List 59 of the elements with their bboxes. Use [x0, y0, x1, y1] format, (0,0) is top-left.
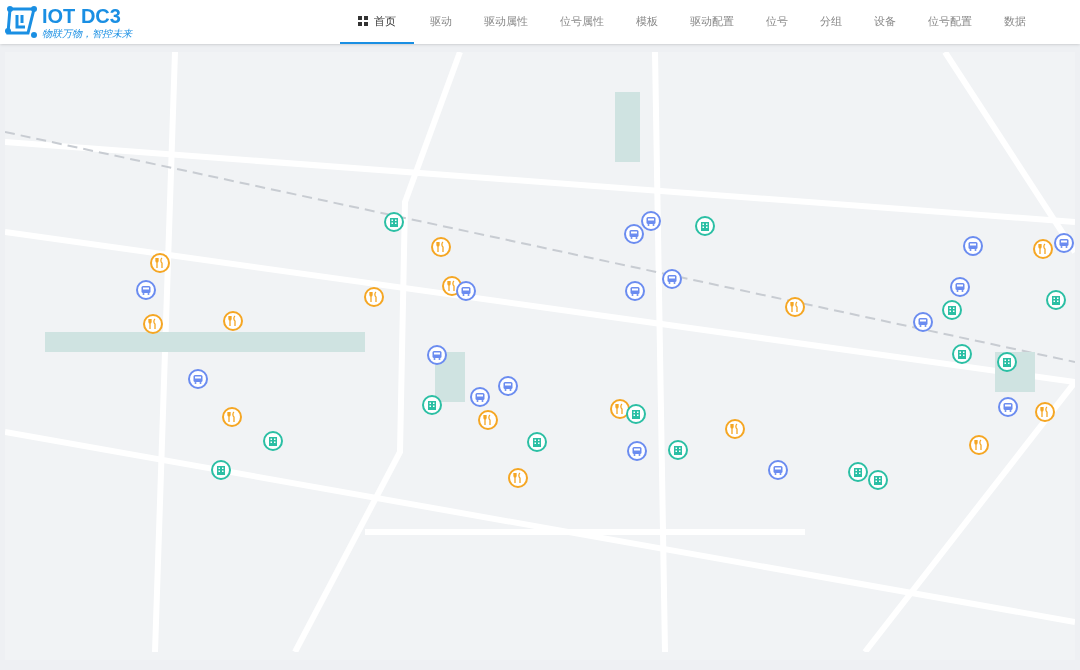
bus-marker-icon[interactable]: [456, 281, 476, 301]
nav-tab[interactable]: 分组: [804, 0, 858, 44]
fork-knife-marker-icon[interactable]: [431, 237, 451, 257]
fork-knife-marker-icon[interactable]: [785, 297, 805, 317]
bus-marker-icon[interactable]: [913, 312, 933, 332]
bus-marker-icon[interactable]: [963, 236, 983, 256]
nav-tab[interactable]: 位号属性: [544, 0, 620, 44]
bus-marker-icon[interactable]: [498, 376, 518, 396]
fork-knife-marker-icon[interactable]: [725, 419, 745, 439]
building-marker-icon[interactable]: [626, 404, 646, 424]
bus-marker-icon[interactable]: [768, 460, 788, 480]
building-marker-icon[interactable]: [211, 460, 231, 480]
bus-marker-icon[interactable]: [470, 387, 490, 407]
logo-slogan: 物联万物，智控未来: [42, 28, 132, 39]
building-marker-icon[interactable]: [952, 344, 972, 364]
nav-tab[interactable]: 驱动属性: [468, 0, 544, 44]
grid-icon: [358, 16, 368, 26]
fork-knife-marker-icon[interactable]: [143, 314, 163, 334]
bus-marker-icon[interactable]: [641, 211, 661, 231]
fork-knife-marker-icon[interactable]: [1033, 239, 1053, 259]
nav-tab[interactable]: 设备: [858, 0, 912, 44]
nav-tab[interactable]: 位号: [750, 0, 804, 44]
fork-knife-marker-icon[interactable]: [508, 468, 528, 488]
fork-knife-marker-icon[interactable]: [222, 407, 242, 427]
nav-tab[interactable]: 位号配置: [912, 0, 988, 44]
nav-tab[interactable]: 模板: [620, 0, 674, 44]
fork-knife-marker-icon[interactable]: [1035, 402, 1055, 422]
bus-marker-icon[interactable]: [427, 345, 447, 365]
building-marker-icon[interactable]: [527, 432, 547, 452]
nav-tab[interactable]: 驱动配置: [674, 0, 750, 44]
fork-knife-marker-icon[interactable]: [969, 435, 989, 455]
bus-marker-icon[interactable]: [662, 269, 682, 289]
building-marker-icon[interactable]: [263, 431, 283, 451]
fork-knife-marker-icon[interactable]: [150, 253, 170, 273]
building-marker-icon[interactable]: [668, 440, 688, 460]
fork-knife-marker-icon[interactable]: [364, 287, 384, 307]
building-marker-icon[interactable]: [848, 462, 868, 482]
building-marker-icon[interactable]: [422, 395, 442, 415]
bus-marker-icon[interactable]: [625, 281, 645, 301]
building-marker-icon[interactable]: [942, 300, 962, 320]
building-marker-icon[interactable]: [695, 216, 715, 236]
fork-knife-marker-icon[interactable]: [223, 311, 243, 331]
logo-icon: [4, 5, 38, 39]
building-marker-icon[interactable]: [1046, 290, 1066, 310]
fork-knife-marker-icon[interactable]: [610, 399, 630, 419]
nav-tab[interactable]: 首页: [340, 0, 414, 44]
bus-marker-icon[interactable]: [136, 280, 156, 300]
bus-marker-icon[interactable]: [998, 397, 1018, 417]
nav-tab[interactable]: 驱动: [414, 0, 468, 44]
bus-marker-icon[interactable]: [624, 224, 644, 244]
bus-marker-icon[interactable]: [188, 369, 208, 389]
building-marker-icon[interactable]: [868, 470, 888, 490]
nav-tab[interactable]: 数据: [988, 0, 1042, 44]
building-marker-icon[interactable]: [384, 212, 404, 232]
bus-marker-icon[interactable]: [950, 277, 970, 297]
bus-marker-icon[interactable]: [1054, 233, 1074, 253]
bus-marker-icon[interactable]: [627, 441, 647, 461]
logo-title: IOT DC3: [42, 5, 122, 26]
fork-knife-marker-icon[interactable]: [478, 410, 498, 430]
